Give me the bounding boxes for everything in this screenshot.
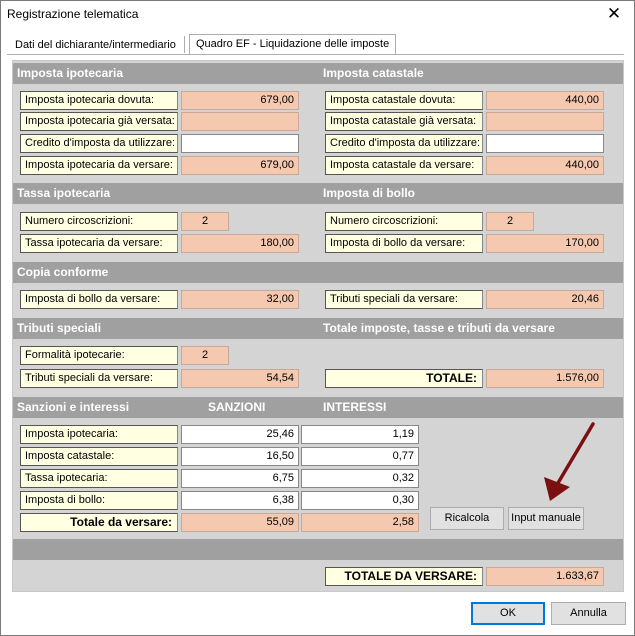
label-catastale-dovuta: Imposta catastale dovuta:	[325, 91, 483, 110]
section-title-sanzioni: Sanzioni e interessi	[17, 400, 130, 414]
input-catastale-credito[interactable]	[486, 134, 604, 153]
label-copia-tributi: Tributi speciali da versare:	[325, 290, 483, 309]
label-sanz-bollo: Imposta di bollo:	[20, 491, 178, 510]
label-formalita-ipotecarie: Formalità ipotecarie:	[20, 346, 178, 365]
input-sanzioni-catastale[interactable]: 16,50	[181, 447, 299, 466]
label-catastale-da-versare: Imposta catastale da versare:	[325, 156, 483, 175]
section-title-imposta-catastale: Imposta catastale	[323, 66, 424, 80]
value-bollo-da-versare: 170,00	[486, 234, 604, 253]
section-title-totale-imposte: Totale imposte, tasse e tributi da versa…	[323, 321, 555, 335]
column-header-interessi: INTERESSI	[323, 400, 387, 414]
section-header-copia-conforme: Copia conforme	[13, 262, 623, 283]
value-totale-sanzioni: 55,09	[181, 513, 299, 532]
value-ipotecaria-gia-versata	[181, 112, 299, 131]
value-catastale-da-versare: 440,00	[486, 156, 604, 175]
annotation-arrow-icon	[544, 422, 595, 501]
input-sanzioni-bollo[interactable]: 6,38	[181, 491, 299, 510]
value-totale-interessi: 2,58	[301, 513, 419, 532]
value-tassa-da-versare: 180,00	[181, 234, 299, 253]
tab-quadro-ef[interactable]: Quadro EF - Liquidazione delle imposte	[189, 34, 397, 55]
section-title-tassa-ipotecaria: Tassa ipotecaria	[17, 186, 111, 200]
label-bollo-da-versare: Imposta di bollo da versare:	[325, 234, 483, 253]
input-manuale-button[interactable]: Input manuale	[508, 507, 584, 530]
label-catastale-credito: Credito d'imposta da utilizzare:	[325, 134, 483, 153]
label-ipotecaria-dovuta: Imposta ipotecaria dovuta:	[20, 91, 178, 110]
value-grand-total: 1.633,67	[486, 567, 604, 586]
window-title: Registrazione telematica	[7, 7, 139, 21]
tab-divider	[7, 54, 624, 55]
dialog-window: Registrazione telematica ✕ Dati del dich…	[0, 0, 635, 636]
value-bollo-numero-circoscrizioni: 2	[486, 212, 534, 231]
section-header-row-4: Tributi speciali Totale imposte, tasse e…	[13, 318, 623, 339]
close-icon[interactable]: ✕	[604, 3, 624, 25]
title-bar: Registrazione telematica ✕	[1, 1, 634, 29]
label-tassa-numero-circoscrizioni: Numero circoscrizioni:	[20, 212, 178, 231]
value-ipotecaria-dovuta: 679,00	[181, 91, 299, 110]
label-copia-bollo: Imposta di bollo da versare:	[20, 290, 178, 309]
value-tributi-da-versare: 54,54	[181, 369, 299, 388]
label-sanz-tassa-ipotecaria: Tassa ipotecaria:	[20, 469, 178, 488]
input-sanzioni-ipotecaria[interactable]: 25,46	[181, 425, 299, 444]
section-title-copia-conforme: Copia conforme	[17, 265, 109, 279]
input-interessi-ipotecaria[interactable]: 1,19	[301, 425, 419, 444]
input-sanzioni-tassa-ipotecaria[interactable]: 6,75	[181, 469, 299, 488]
label-bollo-numero-circoscrizioni: Numero circoscrizioni:	[325, 212, 483, 231]
label-sanz-ipotecaria: Imposta ipotecaria:	[20, 425, 178, 444]
section-header-row-1: Imposta ipotecaria Imposta catastale	[13, 63, 623, 84]
value-ipotecaria-da-versare: 679,00	[181, 156, 299, 175]
input-interessi-catastale[interactable]: 0,77	[301, 447, 419, 466]
label-catastale-gia-versata: Imposta catastale già versata:	[325, 112, 483, 131]
label-sanz-catastale: Imposta catastale:	[20, 447, 178, 466]
section-title-imposta-bollo: Imposta di bollo	[323, 186, 415, 200]
annulla-button[interactable]: Annulla	[551, 602, 626, 625]
label-ipotecaria-credito: Credito d'imposta da utilizzare:	[20, 134, 178, 153]
label-ipotecaria-da-versare: Imposta ipotecaria da versare:	[20, 156, 178, 175]
label-tassa-da-versare: Tassa ipotecaria da versare:	[20, 234, 178, 253]
label-tributi-da-versare: Tributi speciali da versare:	[20, 369, 178, 388]
section-title-imposta-ipotecaria: Imposta ipotecaria	[17, 66, 124, 80]
input-ipotecaria-credito[interactable]	[181, 134, 299, 153]
label-totale-da-versare: Totale da versare:	[20, 513, 178, 532]
section-header-sanzioni: Sanzioni e interessi SANZIONI INTERESSI	[13, 397, 623, 418]
ricalcola-button[interactable]: Ricalcola	[430, 507, 504, 530]
tab-dati-dichiarante[interactable]: Dati del dichiarante/intermediario	[9, 36, 182, 55]
value-formalita-ipotecarie: 2	[181, 346, 229, 365]
value-catastale-gia-versata	[486, 112, 604, 131]
tab-separator	[184, 36, 185, 53]
value-copia-bollo: 32,00	[181, 290, 299, 309]
label-grand-total: TOTALE DA VERSARE:	[325, 567, 483, 586]
label-ipotecaria-gia-versata: Imposta ipotecaria già versata:	[20, 112, 178, 131]
section-title-tributi-speciali: Tributi speciali	[17, 321, 102, 335]
ok-button[interactable]: OK	[471, 602, 545, 625]
input-interessi-bollo[interactable]: 0,30	[301, 491, 419, 510]
value-tassa-numero-circoscrizioni: 2	[181, 212, 229, 231]
value-totale: 1.576,00	[486, 369, 604, 388]
grand-total-header	[13, 539, 623, 560]
value-copia-tributi: 20,46	[486, 290, 604, 309]
label-totale: TOTALE:	[325, 369, 483, 388]
content-panel: Imposta ipotecaria Imposta catastale Imp…	[12, 60, 624, 592]
value-catastale-dovuta: 440,00	[486, 91, 604, 110]
input-interessi-tassa-ipotecaria[interactable]: 0,32	[301, 469, 419, 488]
column-header-sanzioni: SANZIONI	[208, 400, 266, 414]
section-header-row-2: Tassa ipotecaria Imposta di bollo	[13, 183, 623, 204]
